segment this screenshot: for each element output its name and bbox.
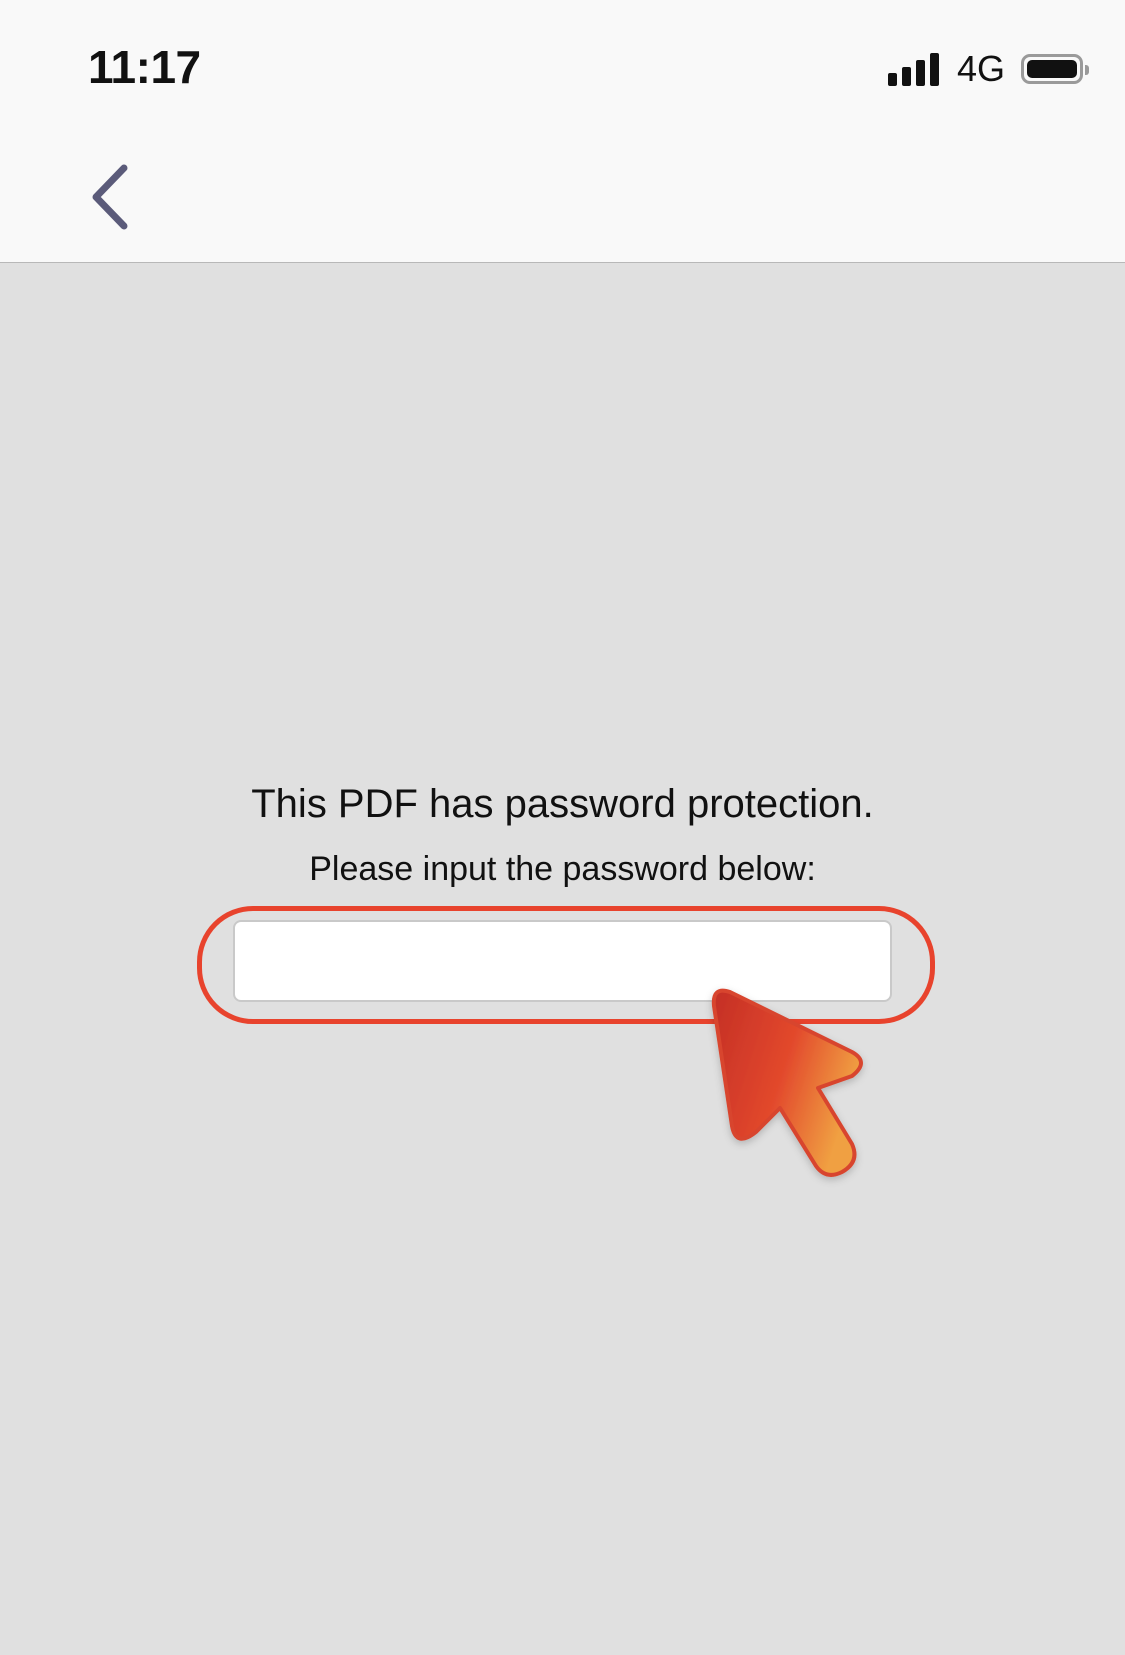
signal-icon (887, 52, 939, 86)
prompt-subtitle: Please input the password below: (309, 850, 816, 888)
status-indicators: 4G (887, 48, 1089, 90)
chevron-left-icon (92, 164, 128, 230)
screen: 11:17 4G This PDF has password protectio… (0, 0, 1125, 1655)
prompt-title: This PDF has password protection. (251, 782, 874, 826)
arrow-pointer-icon (711, 988, 863, 1177)
battery-icon (1021, 54, 1089, 84)
status-time: 11:17 (88, 41, 201, 93)
network-label: 4G (956, 48, 1005, 89)
top-bar: 11:17 4G (0, 0, 1125, 263)
back-button[interactable] (78, 156, 138, 236)
